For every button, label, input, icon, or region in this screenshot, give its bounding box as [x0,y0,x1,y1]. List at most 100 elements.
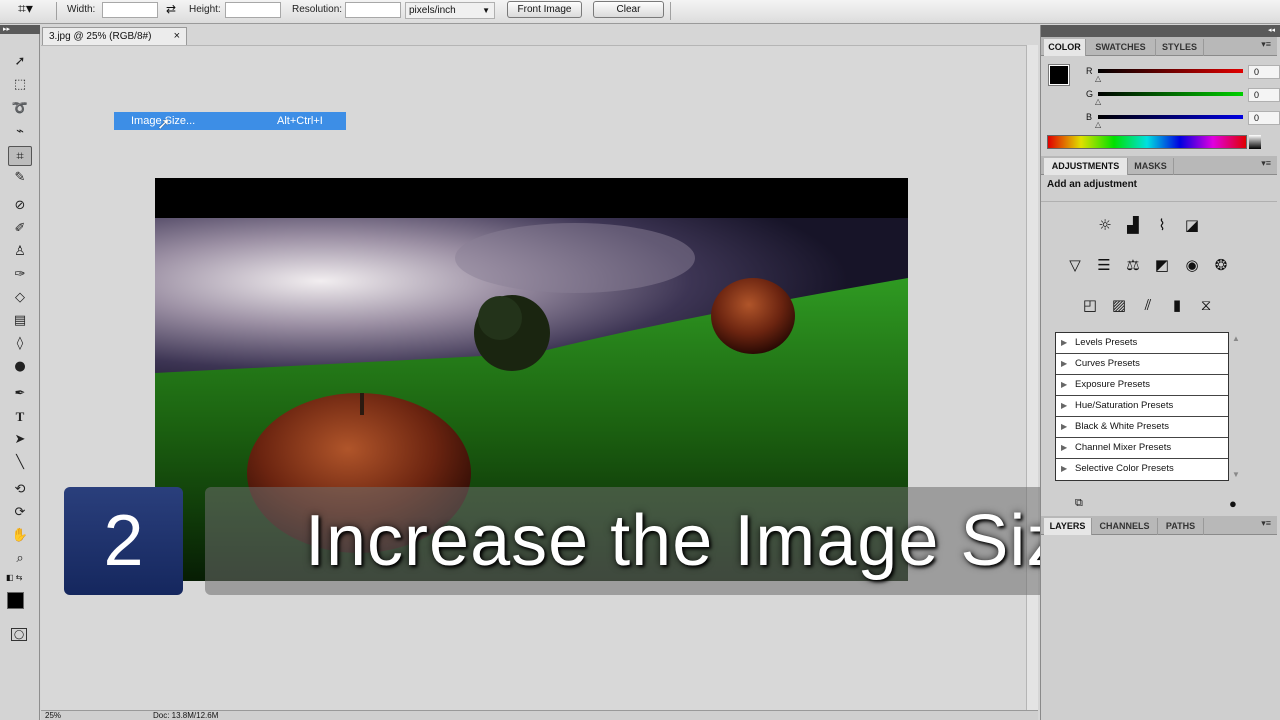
black-white-icon[interactable]: ◩ [1151,254,1173,276]
toolbox: ▸▸ ➚ ⬚ ➰ ⌁ ⌗ ✎ ⊘ ✐ ♙ ✑ ◇ ▤ ◊ ● ✒ T ➤ ╲ ⟲… [0,25,40,720]
units-select[interactable]: pixels/inch ▼ [405,2,495,19]
foreground-color-swatch[interactable] [1048,64,1070,86]
presets-scrollbar[interactable]: ▲ ▼ [1231,332,1241,481]
divider [1041,201,1277,202]
expand-triangle-icon[interactable]: ▶ [1061,354,1067,374]
default-colors-icon[interactable]: ◧ ⇆ [6,573,22,582]
close-icon[interactable]: × [174,28,180,45]
quick-mask-icon[interactable]: ◯ [11,628,27,641]
height-field[interactable] [225,2,281,18]
channel-mixer-icon[interactable]: ❂ [1210,254,1232,276]
scroll-up-icon[interactable]: ▲ [1232,334,1240,343]
lasso-tool-icon[interactable]: ➰ [8,99,32,119]
marquee-tool-icon[interactable]: ⬚ [8,75,32,95]
list-item[interactable]: ▶ Black & White Presets [1056,417,1228,438]
eyedropper-tool-icon[interactable]: ✎ [8,168,32,188]
levels-icon[interactable]: ▟ [1122,214,1144,236]
tab-paths[interactable]: PATHS [1158,518,1204,535]
foreground-color-swatch[interactable] [7,592,24,609]
tab-swatches[interactable]: SWATCHES [1086,39,1156,56]
selective-color-icon[interactable]: ⧖ [1195,294,1217,316]
list-item[interactable]: ▶ Curves Presets [1056,354,1228,375]
list-item[interactable]: ▶ Exposure Presets [1056,375,1228,396]
color-spectrum-ramp[interactable] [1047,135,1247,149]
clear-button[interactable]: Clear [593,1,664,18]
list-item[interactable]: ▶ Selective Color Presets [1056,459,1228,480]
crop-tool-icon[interactable]: ⌗ [8,146,32,166]
history-brush-tool-icon[interactable]: ✑ [8,265,32,285]
type-tool-icon[interactable]: T [8,407,32,427]
tab-adjustments[interactable]: ADJUSTMENTS [1044,158,1128,175]
tab-masks[interactable]: MASKS [1128,158,1174,175]
expand-triangle-icon[interactable]: ▶ [1061,375,1067,395]
options-bar: ⌗▾ Width: ⇄ Height: Resolution: pixels/i… [0,0,1280,24]
resolution-field[interactable] [345,2,401,18]
3d-orbit-tool-icon[interactable]: ⟳ [8,503,32,523]
tab-color[interactable]: COLOR [1044,39,1086,56]
red-value[interactable]: 0 [1248,65,1280,79]
blue-value[interactable]: 0 [1248,111,1280,125]
hand-tool-icon[interactable]: ✋ [8,526,32,546]
slider-knob-icon[interactable]: △ [1095,120,1101,129]
panel-menu-icon[interactable]: ▾≡ [1261,518,1271,529]
width-label: Width: [67,4,96,15]
slider-knob-icon[interactable]: △ [1095,74,1101,83]
pen-tool-icon[interactable]: ✒ [8,384,32,404]
bw-ramp[interactable] [1249,135,1261,149]
swap-icon[interactable]: ⇄ [166,2,176,16]
brush-tool-icon[interactable]: ✐ [8,219,32,239]
path-selection-tool-icon[interactable]: ➤ [8,430,32,450]
vibrance-icon[interactable]: ▽ [1064,254,1086,276]
menu-item-image-size[interactable]: Image Size... Alt+Ctrl+I [114,112,346,130]
eraser-tool-icon[interactable]: ◇ [8,288,32,308]
chevron-down-icon: ▼ [482,6,490,15]
panel-menu-icon[interactable]: ▾≡ [1261,39,1271,50]
vertical-scrollbar[interactable] [1026,45,1038,710]
document-tab[interactable]: 3.jpg @ 25% (RGB/8#) × [42,27,187,45]
list-item[interactable]: ▶ Channel Mixer Presets [1056,438,1228,459]
curves-icon[interactable]: ⌇ [1151,214,1173,236]
expand-triangle-icon[interactable]: ▶ [1061,396,1067,416]
expand-triangle-icon[interactable]: ▶ [1061,333,1067,353]
move-tool-icon[interactable]: ➚ [8,52,32,72]
crop-icon[interactable]: ⌗▾ [18,1,33,17]
hue-saturation-icon[interactable]: ☰ [1093,254,1115,276]
expand-triangle-icon[interactable]: ▶ [1061,417,1067,437]
scroll-down-icon[interactable]: ▼ [1232,470,1240,479]
tab-layers[interactable]: LAYERS [1044,518,1092,535]
threshold-icon[interactable]: ⫽ [1137,294,1159,316]
blur-tool-icon[interactable]: ◊ [8,334,32,354]
posterize-icon[interactable]: ▨ [1108,294,1130,316]
quick-select-tool-icon[interactable]: ⌁ [8,122,32,142]
line-tool-icon[interactable]: ╲ [8,453,32,473]
dodge-tool-icon[interactable]: ● [8,357,32,377]
front-image-button[interactable]: Front Image [507,1,582,18]
invert-icon[interactable]: ◰ [1079,294,1101,316]
menu-item-shortcut: Alt+Ctrl+I [277,115,323,127]
expand-triangle-icon[interactable]: ▶ [1061,459,1067,479]
gradient-map-icon[interactable]: ▮ [1166,294,1188,316]
color-balance-icon[interactable]: ⚖ [1122,254,1144,276]
zoom-level[interactable]: 25% [45,711,61,720]
tab-channels[interactable]: CHANNELS [1092,518,1158,535]
adjustment-bottom-icon[interactable]: ⧉ [1075,497,1083,510]
tab-styles[interactable]: STYLES [1156,39,1204,56]
list-item[interactable]: ▶ Levels Presets [1056,333,1228,354]
dock-grip[interactable]: ◂◂ [1041,25,1280,37]
clone-stamp-tool-icon[interactable]: ♙ [8,242,32,262]
zoom-tool-icon[interactable]: ⌕ [8,549,32,569]
slider-knob-icon[interactable]: △ [1095,97,1101,106]
3d-rotate-tool-icon[interactable]: ⟲ [8,480,32,500]
photo-filter-icon[interactable]: ◉ [1181,254,1203,276]
exposure-icon[interactable]: ◪ [1181,214,1203,236]
gradient-tool-icon[interactable]: ▤ [8,311,32,331]
brightness-contrast-icon[interactable]: ☼ [1094,214,1116,236]
list-item[interactable]: ▶ Hue/Saturation Presets [1056,396,1228,417]
panel-menu-icon[interactable]: ▾≡ [1261,158,1271,169]
green-value[interactable]: 0 [1248,88,1280,102]
adjustment-bottom-icon[interactable]: ● [1229,496,1237,511]
toolbox-grip[interactable]: ▸▸ [0,25,40,34]
healing-brush-tool-icon[interactable]: ⊘ [8,196,32,216]
width-field[interactable] [102,2,158,18]
expand-triangle-icon[interactable]: ▶ [1061,438,1067,458]
